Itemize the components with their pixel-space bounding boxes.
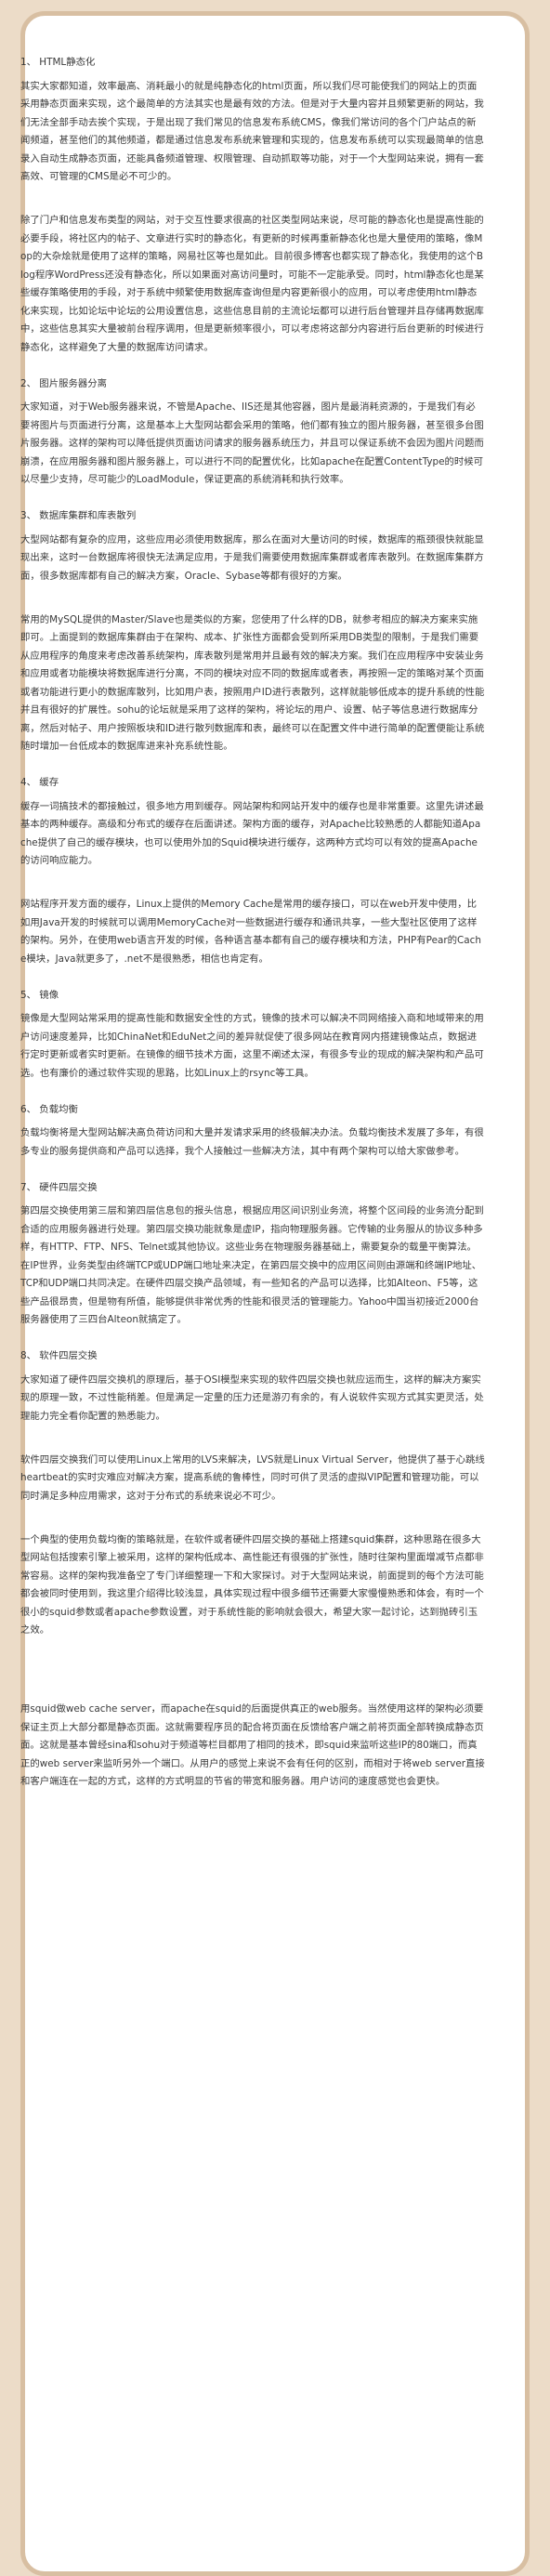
section-title-hardware-l4: 7、 硬件四层交换 xyxy=(20,1181,98,1193)
paragraph: 大型网站都有复杂的应用，这些应用必须使用数据库，那么在面对大量访问的时候，数据库… xyxy=(20,533,484,582)
section-title-load-balancing: 6、 负载均衡 xyxy=(20,1103,78,1115)
section-title-mirror: 5、 镜像 xyxy=(20,989,59,1001)
paragraph: 缓存一词搞技术的都接触过，很多地方用到缓存。网站架构和网站开发中的缓存也是非常重… xyxy=(20,800,484,867)
paragraph: 其实大家都知道，效率最高、消耗最小的就是纯静态化的html页面，所以我们尽可能使… xyxy=(20,80,484,183)
paragraph: 负载均衡将是大型网站解决高负荷访问和大量并发请求采用的终极解决办法。负载均衡技术… xyxy=(20,1127,484,1157)
article-body: 1、 HTML静态化 其实大家都知道，效率最高、消耗最小的就是纯静态化的html… xyxy=(20,54,485,1809)
paragraph: 用squid做web cache server，而apache在squid的后面… xyxy=(20,1703,485,1787)
section-title-html-static: 1、 HTML静态化 xyxy=(20,57,96,68)
section-title-software-l4: 8、 软件四层交换 xyxy=(20,1350,98,1361)
section-title-db-cluster: 3、 数据库集群和库表散列 xyxy=(20,510,137,521)
paragraph: 镜像是大型网站常采用的提高性能和数据安全性的方式，镜像的技术可以解决不同网络接入… xyxy=(20,1013,484,1079)
paragraph: 大家知道，对于Web服务器来说，不管是Apache、IIS还是其他容器，图片是最… xyxy=(20,401,484,485)
paragraph: 大家知道了硬件四层交换机的原理后，基于OSI模型来实现的软件四层交换也就应运而生… xyxy=(20,1373,484,1422)
section-title-image-server: 2、 图片服务器分离 xyxy=(20,377,108,389)
section-title-cache: 4、 缓存 xyxy=(20,777,59,788)
paragraph: 除了门户和信息发布类型的网站，对于交互性要求很高的社区类型网站来说，尽可能的静态… xyxy=(20,215,484,353)
paragraph: 一个典型的使用负载均衡的策略就是，在软件或者硬件四层交换的基础上搭建squid集… xyxy=(20,1533,484,1636)
paragraph: 网站程序开发方面的缓存，Linux上提供的Memory Cache是常用的缓存接… xyxy=(20,899,481,965)
paragraph: 软件四层交换我们可以使用Linux上常用的LVS来解决，LVS就是Linux V… xyxy=(20,1453,485,1502)
paragraph: 第四层交换使用第三层和第四层信息包的报头信息，根据应用区间识别业务流，将整个区间… xyxy=(20,1205,484,1325)
paragraph: 常用的MySQL提供的Master/Slave也是类似的方案，您使用了什么样的D… xyxy=(20,613,485,753)
